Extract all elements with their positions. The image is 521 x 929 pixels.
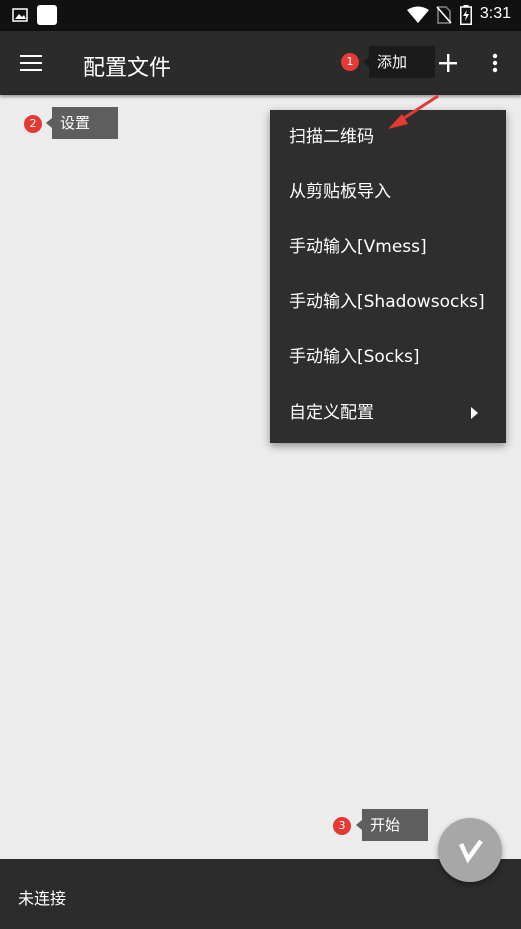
menu-item-custom-config[interactable]: 自定义配置 bbox=[270, 386, 506, 441]
no-sim-icon bbox=[436, 6, 452, 24]
more-vert-icon bbox=[492, 53, 498, 73]
more-options-button[interactable] bbox=[486, 47, 504, 79]
start-button[interactable] bbox=[438, 818, 502, 882]
page-title: 配置文件 bbox=[83, 56, 172, 81]
annotation-label-settings: 设置 bbox=[46, 107, 118, 139]
battery-charging-icon bbox=[460, 5, 472, 25]
menu-item-manual-shadowsocks[interactable]: 手动输入[Shadowsocks] bbox=[270, 275, 506, 330]
plus-icon bbox=[439, 54, 457, 72]
annotation-badge-1: 1 bbox=[341, 53, 359, 71]
image-icon bbox=[12, 8, 28, 22]
clock: 3:31 bbox=[479, 5, 511, 22]
annotation-label-add: 添加 bbox=[363, 46, 435, 78]
connection-status-text: 未连接 bbox=[18, 889, 67, 908]
v-logo-icon bbox=[458, 839, 483, 864]
annotation-arrow-icon bbox=[388, 94, 439, 129]
hamburger-icon[interactable] bbox=[18, 51, 44, 75]
status-bar: 3:31 bbox=[0, 0, 521, 31]
app-icon bbox=[37, 5, 57, 25]
submenu-arrow-icon bbox=[471, 407, 478, 419]
add-config-menu: 扫描二维码 从剪贴板导入 手动输入[Vmess] 手动输入[Shadowsock… bbox=[270, 110, 506, 443]
annotation-badge-2: 2 bbox=[24, 115, 42, 133]
menu-item-import-clipboard[interactable]: 从剪贴板导入 bbox=[270, 165, 506, 220]
annotation-label-start: 开始 bbox=[356, 809, 428, 841]
menu-item-manual-socks[interactable]: 手动输入[Socks] bbox=[270, 330, 506, 385]
wifi-icon bbox=[407, 6, 429, 23]
add-button[interactable] bbox=[434, 47, 462, 79]
menu-item-manual-vmess[interactable]: 手动输入[Vmess] bbox=[270, 220, 506, 275]
annotation-badge-3: 3 bbox=[333, 817, 351, 835]
